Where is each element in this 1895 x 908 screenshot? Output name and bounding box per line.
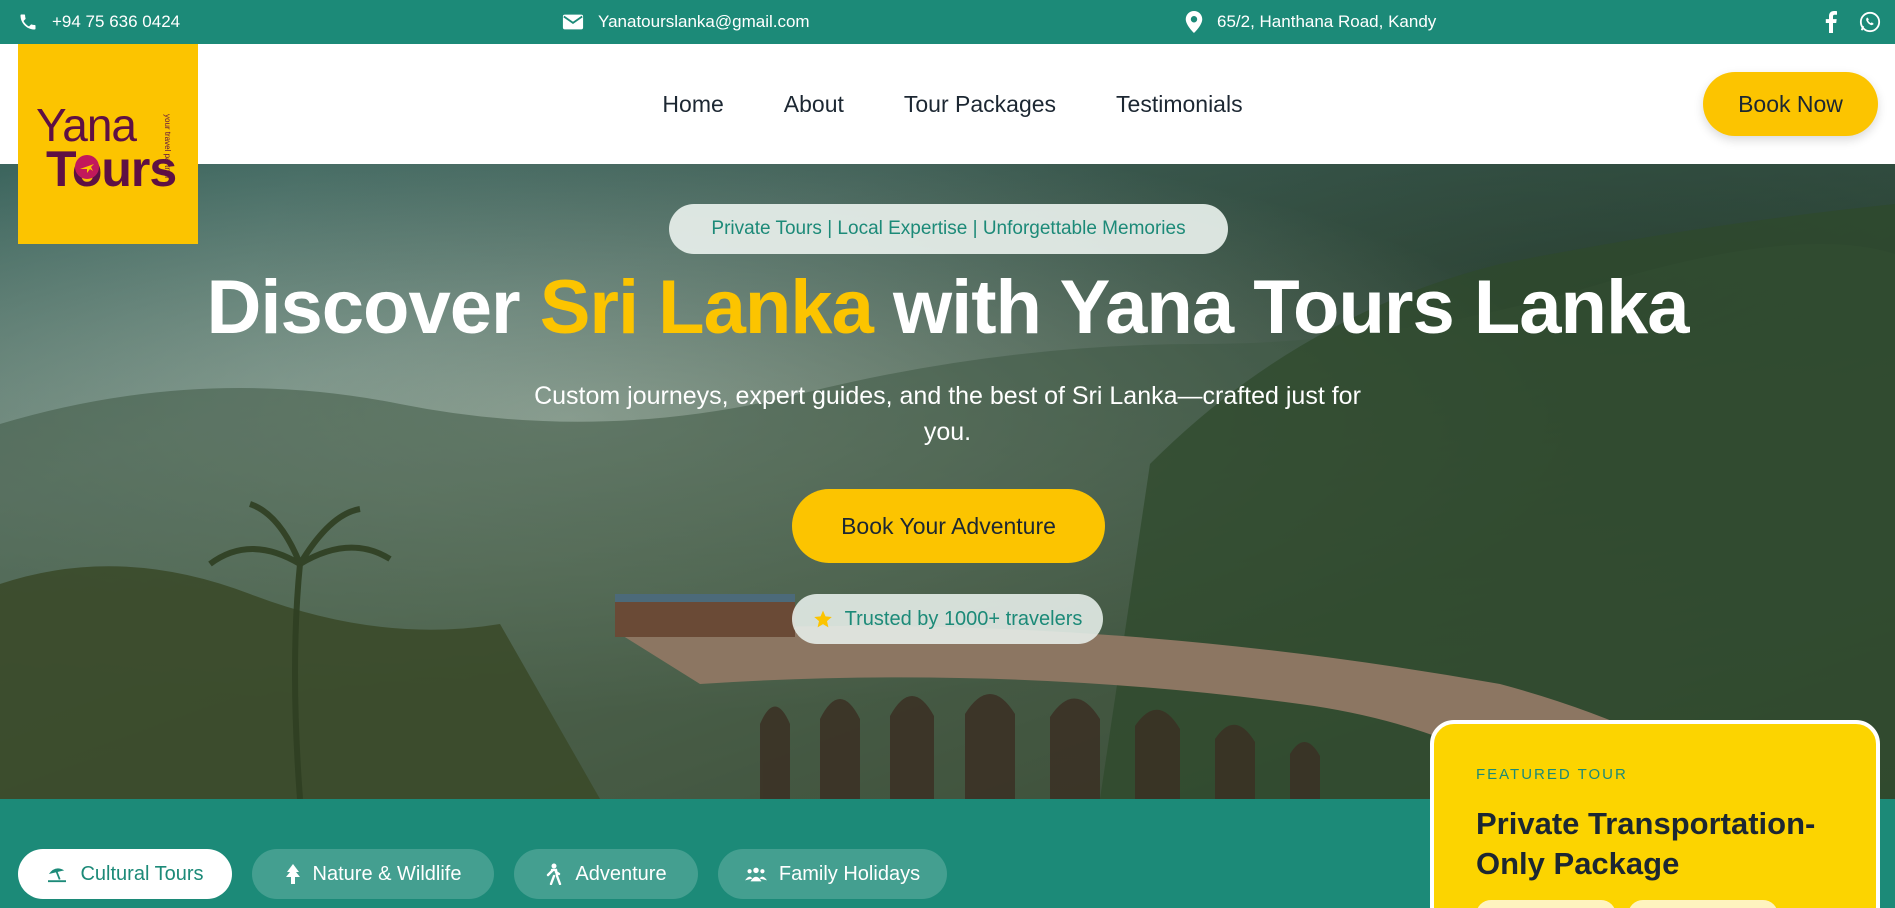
category-adventure[interactable]: Adventure — [514, 849, 698, 899]
category-nature-wildlife[interactable]: Nature & Wildlife — [252, 849, 494, 899]
book-adventure-button[interactable]: Book Your Adventure — [792, 489, 1105, 563]
trusted-text: Trusted by 1000+ travelers — [844, 607, 1083, 630]
whatsapp-icon[interactable] — [1859, 11, 1881, 33]
featured-tag — [1476, 900, 1616, 908]
phone-icon — [20, 14, 36, 30]
trusted-badge: Trusted by 1000+ travelers — [792, 594, 1103, 644]
category-label: Nature & Wildlife — [312, 862, 462, 885]
users-icon — [744, 867, 767, 882]
nav-about[interactable]: About — [784, 91, 844, 118]
category-label: Cultural Tours — [80, 862, 204, 885]
social-links — [1825, 0, 1881, 44]
nav-tour-packages[interactable]: Tour Packages — [904, 91, 1056, 118]
featured-tour-card[interactable]: FEATURED TOUR Private Transportation-Onl… — [1430, 720, 1880, 908]
location-pin-icon — [1185, 11, 1203, 33]
umbrella-beach-icon — [48, 868, 67, 883]
hero-subline: Custom journeys, expert guides, and the … — [534, 382, 1361, 446]
brand-logo[interactable]: Yana Tours your travel partner — [18, 44, 198, 244]
phone-contact[interactable]: +94 75 636 0424 — [18, 0, 180, 44]
facebook-icon[interactable] — [1825, 11, 1837, 33]
tree-icon — [285, 864, 300, 884]
headline-post: with Yana Tours Lanka — [872, 265, 1690, 350]
mail-icon — [562, 14, 584, 30]
logo-tagline: your travel partner — [163, 114, 172, 179]
top-contact-bar: +94 75 636 0424 Yanatourslanka@gmail.com… — [0, 0, 1895, 44]
email-address: Yanatourslanka@gmail.com — [598, 12, 810, 31]
address-text: 65/2, Hanthana Road, Kandy — [1217, 12, 1437, 31]
address-contact: 65/2, Hanthana Road, Kandy — [1185, 0, 1436, 44]
hero-background-image — [0, 204, 1895, 799]
hero-tagline-pill: Private Tours | Local Expertise | Unforg… — [669, 204, 1228, 254]
headline-pre: Discover — [206, 265, 540, 350]
nav-testimonials[interactable]: Testimonials — [1116, 91, 1243, 118]
featured-kicker: FEATURED TOUR — [1476, 766, 1628, 783]
headline-highlight: Sri Lanka — [539, 265, 874, 350]
featured-tag — [1628, 900, 1778, 908]
category-label: Family Holidays — [778, 862, 921, 885]
main-nav: Home About Tour Packages Testimonials — [0, 44, 1895, 164]
category-cultural-tours[interactable]: Cultural Tours — [18, 849, 232, 899]
email-contact[interactable]: Yanatourslanka@gmail.com — [562, 0, 810, 44]
nav-home[interactable]: Home — [662, 91, 723, 118]
hero-headline: Discover Sri Lanka with Yana Tours Lanka — [0, 264, 1895, 351]
logo-word-tours: Tours — [46, 141, 177, 197]
hiking-icon — [547, 863, 562, 885]
category-label: Adventure — [575, 862, 667, 885]
star-icon — [813, 610, 832, 628]
featured-title: Private Transportation-Only Package — [1476, 806, 1816, 881]
book-now-button[interactable]: Book Now — [1703, 72, 1878, 136]
phone-number: +94 75 636 0424 — [52, 12, 181, 31]
hero-section — [0, 164, 1895, 799]
category-family-holidays[interactable]: Family Holidays — [718, 849, 947, 899]
plane-globe-icon — [75, 155, 99, 179]
